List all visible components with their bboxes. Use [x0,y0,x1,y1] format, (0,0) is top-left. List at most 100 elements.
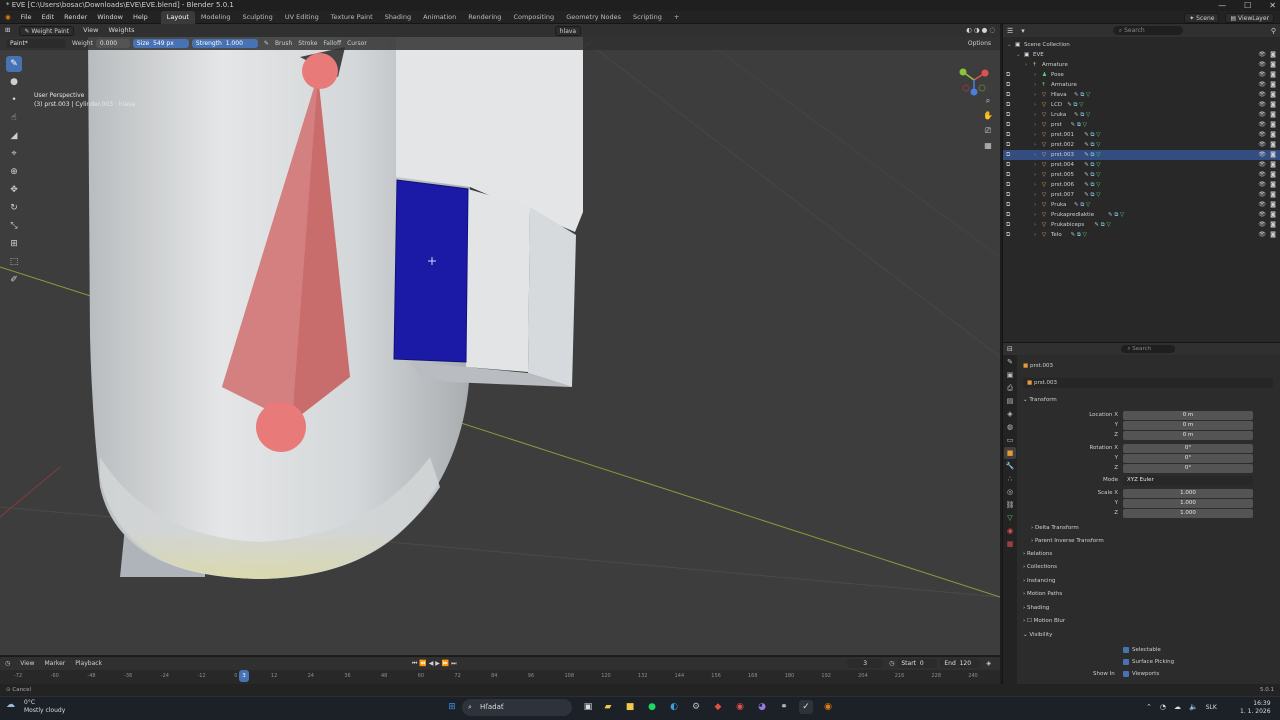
blender-logo-icon[interactable]: ◉ [0,11,16,24]
render-camera-icon[interactable]: ◙ [1270,110,1276,120]
outliner-row[interactable]: ⧉ › ▽ prst.005 ✎ ⧉ ▽ 👁 ◙ [1003,170,1280,180]
outliner-row[interactable]: ⧉ › ▽ prst.004 ✎ ⧉ ▽ 👁 ◙ [1003,160,1280,170]
tab-animation[interactable]: Animation [417,11,462,24]
outliner-row[interactable]: ⌄ ▣ EVE 👁 ◙ [1003,50,1280,60]
visibility-eye-icon[interactable]: 👁 [1258,190,1266,200]
timeline-ruler[interactable]: -72 -60 -48 -36 -24 -12 0 12 24 36 48 60 72 84 96 108 12… [0,670,1000,684]
texture-tab-icon[interactable]: ▦ [1004,538,1016,550]
y-axis-icon[interactable] [959,68,967,76]
modifier-toggle-icon[interactable]: ⧉ [1006,100,1010,110]
expand-arrow-icon[interactable]: › [1034,90,1036,100]
grid-view-icon[interactable]: ▦ [982,141,994,153]
visibility-eye-icon[interactable]: 👁 [1258,120,1266,130]
render-camera-icon[interactable]: ◙ [1270,170,1276,180]
world-tab-icon[interactable]: ◍ [1004,421,1016,433]
scene-tab-icon[interactable]: ◈ [1004,408,1016,420]
tool-tab-icon[interactable]: ✎ [1004,356,1016,368]
render-camera-icon[interactable]: ◙ [1270,120,1276,130]
language-indicator[interactable]: SLK [1206,704,1217,711]
windows-start-icon[interactable]: ⊞ [445,700,459,714]
outliner-row[interactable]: ⧉ › ▽ Hlava ✎ ⧉ ▽ 👁 ◙ [1003,90,1280,100]
steam-icon[interactable]: ⚭ [777,700,791,714]
view-layer-selector[interactable]: ▤ ViewLayer [1225,12,1274,23]
render-camera-icon[interactable]: ◙ [1270,70,1276,80]
modifier-toggle-icon[interactable]: ⧉ [1006,200,1010,210]
particles-tab-icon[interactable]: ∴ [1004,473,1016,485]
menu-file[interactable]: File [16,11,37,24]
scale-y-field[interactable]: 1.000 [1123,499,1253,508]
draw-tool-icon[interactable]: ✎ [6,56,22,72]
location-y-field[interactable]: 0 m [1123,421,1253,430]
motion-blur-panel[interactable]: › ☐ Motion Blur [1023,616,1065,626]
visibility-eye-icon[interactable]: 👁 [1258,110,1266,120]
render-camera-icon[interactable]: ◙ [1270,80,1276,90]
weight-field[interactable]: 0.000 [95,39,130,48]
tab-geometry-nodes[interactable]: Geometry Nodes [560,11,627,24]
zoom-icon[interactable]: ⌕ [982,96,994,108]
expand-arrow-icon[interactable]: › [1034,170,1036,180]
render-camera-icon[interactable]: ◙ [1270,90,1276,100]
outliner-row[interactable]: ⧉ › ▽ prst.003 ✎ ⧉ ▽ 👁 ◙ [1003,150,1280,160]
navigation-gizmo[interactable] [954,62,994,98]
tab-sculpting[interactable]: Sculpting [236,11,278,24]
outliner-row[interactable]: ⧉ › ▽ prst.006 ✎ ⧉ ▽ 👁 ◙ [1003,180,1280,190]
modifier-toggle-icon[interactable]: ⧉ [1006,120,1010,130]
select-box-tool-icon[interactable]: ⬚ [6,254,22,270]
modifier-toggle-icon[interactable]: ⧉ [1006,80,1010,90]
average-tool-icon[interactable]: • [6,92,22,108]
expand-arrow-icon[interactable]: › [1034,200,1036,210]
menu-edit[interactable]: Edit [37,11,60,24]
menu-view[interactable]: View [78,24,103,37]
expand-arrow-icon[interactable]: › [1034,110,1036,120]
collections-panel[interactable]: › Collections [1023,562,1057,572]
view-layer-tab-icon[interactable]: ▤ [1004,395,1016,407]
gradient-tool-icon[interactable]: ◢ [6,128,22,144]
modifier-toggle-icon[interactable]: ⧉ [1006,220,1010,230]
outliner-editor-icon[interactable]: ☰ [1003,27,1017,35]
outliner-row[interactable]: ⧉ › ▽ Prukabiceps ✎ ⧉ ▽ 👁 ◙ [1003,220,1280,230]
expand-arrow-icon[interactable]: ⌄ [1007,40,1012,50]
visibility-eye-icon[interactable]: 👁 [1258,230,1266,240]
visibility-eye-icon[interactable]: 👁 [1258,100,1266,110]
frame-start-field[interactable]: Start 0 [897,659,938,668]
relations-panel[interactable]: › Relations [1023,549,1052,559]
outliner-row[interactable]: › ☨ Armature 👁 ◙ [1003,60,1280,70]
outliner-row[interactable]: ⧉ › ▽ Telo ✎ ⧉ ▽ 👁 ◙ [1003,230,1280,240]
timeline-menu-view[interactable]: View [15,657,39,671]
rotation-x-field[interactable]: 0° [1123,444,1253,453]
transform-tool-icon[interactable]: ⊞ [6,236,22,252]
rotation-y-field[interactable]: 0° [1123,454,1253,463]
vertex-group-selector[interactable]: hlava [554,25,582,36]
x-axis-icon[interactable] [981,69,989,77]
scene-selector[interactable]: ✦ Scene [1184,12,1220,23]
tab-uv-editing[interactable]: UV Editing [279,11,325,24]
clock[interactable]: 16:39 1. 1. 2026 [1240,700,1271,716]
visibility-eye-icon[interactable]: 👁 [1258,160,1266,170]
location-x-field[interactable]: 0 m [1123,411,1253,420]
smear-tool-icon[interactable]: ☝ [6,110,22,126]
expand-arrow-icon[interactable]: › [1034,220,1036,230]
outliner-search[interactable]: ⌕ Search [1112,26,1183,35]
visibility-eye-icon[interactable]: 👁 [1258,80,1266,90]
visibility-eye-icon[interactable]: 👁 [1258,130,1266,140]
outliner-row[interactable]: ⌄ ▣ Scene Collection [1003,40,1280,50]
pan-hand-icon[interactable]: ✋ [982,111,994,123]
folder-icon[interactable]: ■ [623,700,637,714]
neg-y-axis-icon[interactable] [978,84,986,92]
spotify-icon[interactable]: ● [645,700,659,714]
rotation-mode-dropdown[interactable]: XYZ Euler [1123,476,1253,485]
scale-tool-icon[interactable]: ⤡ [6,218,22,234]
menu-brush[interactable]: Brush [272,37,295,50]
render-camera-icon[interactable]: ◙ [1270,150,1276,160]
rotation-z-field[interactable]: 0° [1123,464,1253,473]
render-camera-icon[interactable]: ◙ [1270,200,1276,210]
visibility-eye-icon[interactable]: 👁 [1258,150,1266,160]
expand-arrow-icon[interactable]: › [1034,120,1036,130]
filter-icon[interactable]: ▾ [1017,27,1029,35]
z-axis-icon[interactable] [970,88,978,96]
render-camera-icon[interactable]: ◙ [1270,60,1276,70]
render-tab-icon[interactable]: ▣ [1004,369,1016,381]
visibility-panel[interactable]: ⌄ Visibility [1023,630,1052,640]
expand-arrow-icon[interactable]: › [1034,230,1036,240]
cursor-tool-icon[interactable]: ⊕ [6,164,22,180]
